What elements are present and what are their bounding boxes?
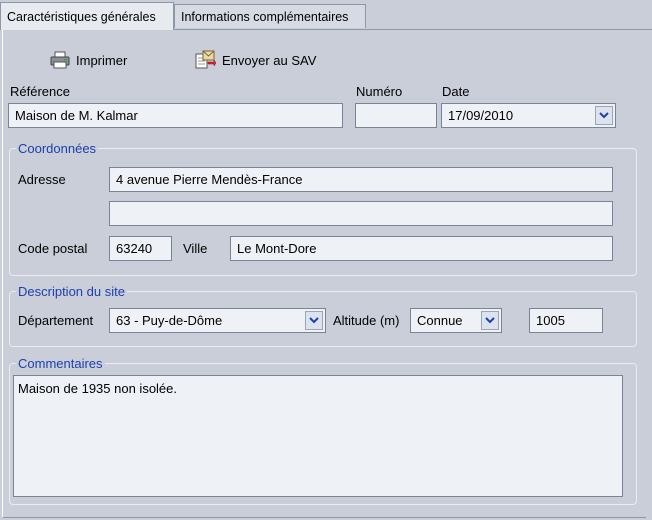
print-button-label: Imprimer — [76, 52, 128, 68]
chevron-down-icon — [309, 317, 319, 324]
departement-value: 63 - Puy-de-Dôme — [116, 313, 223, 328]
date-label: Date — [442, 84, 470, 99]
departement-label: Département — [18, 313, 94, 328]
departement-select[interactable]: 63 - Puy-de-Dôme — [109, 308, 326, 333]
altitude-mode-value: Connue — [417, 313, 463, 328]
date-value: 17/09/2010 — [448, 108, 514, 123]
code-postal-input[interactable]: 63240 — [109, 236, 172, 261]
altitude-mode-select[interactable]: Connue — [410, 308, 502, 333]
tab-caracteristiques-generales[interactable]: Caractéristiques générales — [0, 2, 174, 30]
code-postal-label: Code postal — [18, 241, 88, 256]
chevron-down-icon — [485, 317, 495, 324]
altitude-label: Altitude (m) — [333, 313, 400, 328]
departement-dropdown-button[interactable] — [305, 311, 323, 330]
chevron-down-icon — [599, 112, 609, 119]
adresse-label: Adresse — [18, 172, 66, 187]
coordonnees-title: Coordonnées — [16, 141, 99, 157]
ville-label: Ville — [183, 241, 208, 256]
send-sav-button-label: Envoyer au SAV — [222, 52, 317, 68]
altitude-input[interactable]: 1005 — [529, 308, 603, 333]
commentaires-title: Commentaires — [16, 356, 105, 372]
date-picker[interactable]: 17/09/2010 — [441, 103, 616, 128]
send-document-icon — [194, 50, 216, 70]
ville-input[interactable]: Le Mont-Dore — [230, 236, 613, 261]
printer-icon — [50, 51, 70, 69]
print-button[interactable]: Imprimer — [50, 50, 127, 70]
adresse-line2-input[interactable] — [109, 201, 613, 226]
commentaires-textarea[interactable]: Maison de 1935 non isolée. — [13, 375, 623, 497]
reference-input[interactable]: Maison de M. Kalmar — [8, 103, 343, 128]
adresse-line1-input[interactable]: 4 avenue Pierre Mendès-France — [109, 167, 613, 192]
numero-input[interactable] — [355, 103, 437, 128]
tab-bar: Informations complémentaires Caractérist… — [0, 0, 652, 30]
site-description-title: Description du site — [16, 284, 127, 300]
numero-label: Numéro — [356, 84, 403, 99]
date-dropdown-button[interactable] — [595, 106, 613, 125]
reference-label: Référence — [10, 84, 70, 99]
altitude-mode-dropdown-button[interactable] — [481, 311, 499, 330]
send-sav-button[interactable]: Envoyer au SAV — [194, 50, 316, 70]
tab-informations-complementaires[interactable]: Informations complémentaires — [174, 4, 366, 28]
